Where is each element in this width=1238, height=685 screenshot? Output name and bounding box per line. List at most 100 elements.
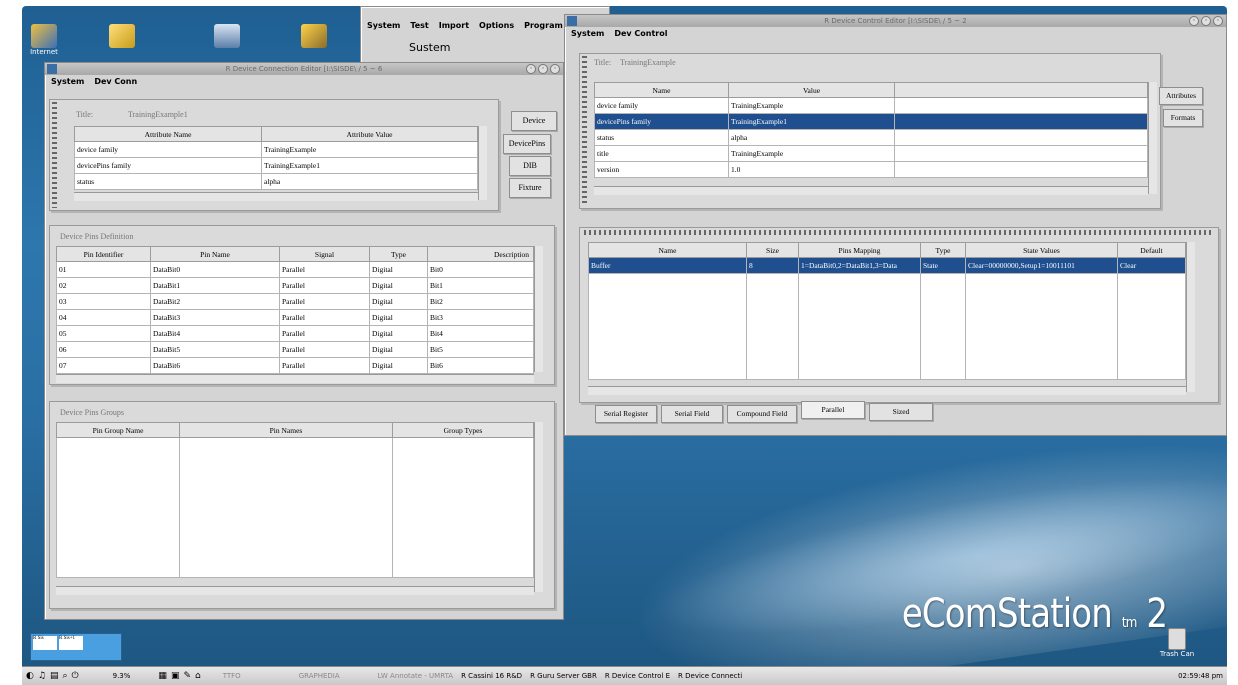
- horizontal-scrollbar[interactable]: [56, 586, 534, 595]
- desktop-icon-connections[interactable]: [102, 24, 142, 48]
- column-header[interactable]: Size: [746, 242, 799, 258]
- table-row[interactable]: 02 DataBit1 Parallel Digital Bit1: [56, 277, 534, 294]
- system-menu-icon[interactable]: [567, 16, 577, 26]
- menu-system[interactable]: System: [51, 75, 84, 88]
- table-row[interactable]: 03 DataBit2 Parallel Digital Bit2: [56, 293, 534, 310]
- vertical-scrollbar[interactable]: [478, 126, 487, 200]
- power-icon[interactable]: ⏻: [72, 671, 79, 681]
- folder-icon[interactable]: ▤: [50, 671, 59, 681]
- tab-compound-field[interactable]: Compound Field: [727, 405, 797, 423]
- menu-program[interactable]: Program: [524, 19, 563, 32]
- tab-serial-register[interactable]: Serial Register: [595, 405, 657, 423]
- taskbar-item[interactable]: LW Annotate - UMRTA: [374, 672, 457, 680]
- menu-dev-conn[interactable]: Dev Conn: [94, 75, 137, 88]
- taskbar-item[interactable]: R Device Control E: [601, 672, 674, 680]
- column-header[interactable]: Description: [427, 246, 534, 262]
- taskbar-item[interactable]: R Cassini 16 R&D: [457, 672, 526, 680]
- taskbar-item[interactable]: R Device Connecti: [674, 672, 746, 680]
- speaker-icon[interactable]: ♫: [38, 671, 46, 681]
- menu-test[interactable]: Test: [410, 19, 428, 32]
- taskbar-item[interactable]: R Guru Server GBR: [526, 672, 601, 680]
- tab-device-pins[interactable]: DevicePins: [503, 134, 551, 154]
- menu-system[interactable]: System: [571, 27, 604, 40]
- table-row[interactable]: device family TrainingExample: [594, 97, 1148, 114]
- table-row[interactable]: device family TrainingExample: [74, 141, 478, 158]
- menu-system[interactable]: System: [367, 19, 400, 32]
- table-row[interactable]: devicePins family TrainingExample1: [74, 157, 478, 174]
- paint-icon[interactable]: ✎: [183, 671, 191, 681]
- column-header[interactable]: Pin Group Name: [56, 422, 180, 438]
- trash-can[interactable]: Trash Can: [1147, 628, 1207, 658]
- editor-icon[interactable]: ▦: [158, 671, 167, 681]
- table-row[interactable]: 01 DataBit0 Parallel Digital Bit0: [56, 261, 534, 278]
- column-header[interactable]: Pin Names: [179, 422, 393, 438]
- maximize-icon[interactable]: ◦: [1201, 16, 1211, 26]
- column-header[interactable]: Pin Name: [150, 246, 280, 262]
- vertical-scrollbar[interactable]: [1148, 82, 1157, 194]
- device-control-window[interactable]: R Device Control Editor [I:\SISDE\ / 5 ~…: [564, 14, 1227, 436]
- taskbar-item[interactable]: TTFO: [219, 672, 245, 680]
- horizontal-scrollbar[interactable]: [74, 192, 478, 201]
- column-header[interactable]: Name: [594, 82, 729, 98]
- device-connection-window[interactable]: R Device Connection Editor [I:\SISDE\ / …: [44, 62, 564, 620]
- vertical-scrollbar[interactable]: [534, 422, 543, 592]
- vertical-scrollbar[interactable]: [1186, 242, 1195, 392]
- pager-desktop-1[interactable]: R Sis: [33, 636, 57, 650]
- column-header[interactable]: Type: [920, 242, 966, 258]
- table-row[interactable]: 05 DataBit4 Parallel Digital Bit4: [56, 325, 534, 342]
- column-header[interactable]: State Values: [965, 242, 1118, 258]
- horizontal-scrollbar[interactable]: [588, 386, 1186, 395]
- desktop-icon-internet[interactable]: Internet: [24, 24, 64, 56]
- menu-import[interactable]: Import: [439, 19, 469, 32]
- search-icon[interactable]: ⌕: [62, 671, 67, 681]
- column-header[interactable]: Pin Identifier: [56, 246, 151, 262]
- horizontal-scrollbar[interactable]: [56, 374, 534, 383]
- column-header[interactable]: Signal: [279, 246, 370, 262]
- menu-dev-control[interactable]: Dev Control: [614, 27, 667, 40]
- table-row[interactable]: 06 DataBit5 Parallel Digital Bit5: [56, 341, 534, 358]
- system-menu-icon[interactable]: [47, 64, 57, 74]
- table-row[interactable]: status alpha: [594, 129, 1148, 146]
- menu-options[interactable]: Options: [479, 19, 514, 32]
- minimize-icon[interactable]: ◦: [526, 64, 536, 74]
- taskbar-item[interactable]: GRAPHEDIA: [295, 672, 344, 680]
- tab-dib[interactable]: DIB: [509, 156, 551, 176]
- table-row-selected[interactable]: Buffer 8 1=DataBit0,2=DataBit1,3=Data St…: [588, 257, 1186, 274]
- tab-fixture[interactable]: Fixture: [509, 178, 551, 198]
- column-header[interactable]: Value: [728, 82, 895, 98]
- tab-serial-field[interactable]: Serial Field: [661, 405, 723, 423]
- horizontal-scrollbar[interactable]: [594, 186, 1148, 195]
- calc-icon[interactable]: ▣: [171, 671, 180, 681]
- vertical-scrollbar[interactable]: [534, 246, 543, 372]
- table-row[interactable]: title TrainingExample: [594, 145, 1148, 162]
- tab-parallel[interactable]: Parallel: [801, 401, 865, 419]
- title-value[interactable]: TrainingExample: [620, 58, 676, 67]
- network-icon[interactable]: ⌂: [195, 671, 201, 681]
- desktop-icon-computer[interactable]: [207, 24, 247, 48]
- column-header[interactable]: Default: [1117, 242, 1186, 258]
- minimize-icon[interactable]: ◦: [1189, 16, 1199, 26]
- column-header[interactable]: Group Types: [392, 422, 534, 438]
- column-header[interactable]: Name: [588, 242, 747, 258]
- table-row[interactable]: version 1.0: [594, 161, 1148, 178]
- table-row-selected[interactable]: devicePins family TrainingExample1: [594, 113, 1148, 130]
- column-header[interactable]: Pins Mapping: [798, 242, 921, 258]
- column-header[interactable]: Attribute Value: [261, 126, 478, 142]
- title-value[interactable]: TrainingExample1: [128, 110, 188, 119]
- maximize-icon[interactable]: ◦: [538, 64, 548, 74]
- tab-device[interactable]: Device: [511, 111, 557, 131]
- table-row[interactable]: 04 DataBit3 Parallel Digital Bit3: [56, 309, 534, 326]
- close-icon[interactable]: ◦: [1213, 16, 1223, 26]
- column-header[interactable]: Attribute Name: [74, 126, 262, 142]
- desktop-icon-tools[interactable]: [294, 24, 334, 48]
- close-icon[interactable]: ◦: [550, 64, 560, 74]
- table-row[interactable]: status alpha: [74, 173, 478, 190]
- ecs-menu-icon[interactable]: ◐: [26, 671, 34, 681]
- pager-desktop-2[interactable]: R Sis+1: [59, 636, 83, 650]
- virtual-desktop-pager[interactable]: R Sis R Sis+1: [30, 633, 122, 661]
- tab-formats[interactable]: Formats: [1163, 109, 1203, 127]
- tab-attributes[interactable]: Attributes: [1159, 87, 1203, 105]
- column-header[interactable]: Type: [369, 246, 428, 262]
- tab-sized[interactable]: Sized: [869, 403, 933, 421]
- table-row[interactable]: 07 DataBit6 Parallel Digital Bit6: [56, 357, 534, 374]
